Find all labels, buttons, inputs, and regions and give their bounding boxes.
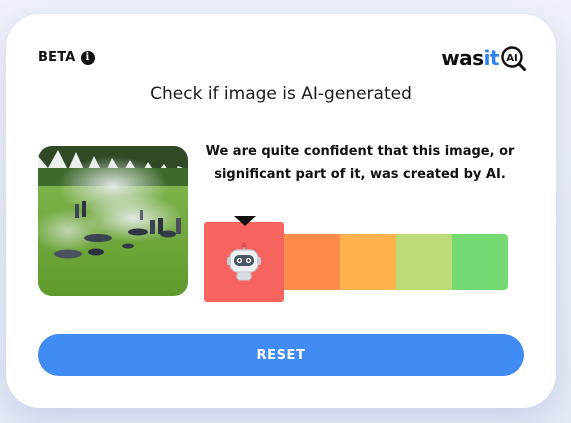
robot-icon — [227, 242, 261, 281]
meter-segment-human — [452, 234, 508, 290]
magnifier-ai-icon: AI — [501, 46, 526, 71]
result-text: We are quite confident that this image, … — [205, 144, 515, 182]
meter-segment-likely-human — [396, 234, 452, 290]
logo-text: wasit — [441, 46, 499, 70]
detector-card: BETA i wasit AI Check if image is AI-gen… — [6, 14, 556, 408]
reset-button[interactable]: RESET — [38, 334, 524, 376]
meter-pointer-icon — [234, 216, 256, 226]
beta-badge: BETA i — [38, 50, 95, 65]
info-icon[interactable]: i — [80, 50, 95, 65]
beta-label: BETA — [38, 50, 76, 65]
page-title: Check if image is AI-generated — [150, 84, 412, 104]
meter-segment-likely-ai — [284, 234, 340, 290]
svg-text:AI: AI — [506, 53, 517, 64]
meter-segment-uncertain — [340, 234, 396, 290]
analyzed-image — [38, 146, 188, 296]
photo-thumbnail — [38, 146, 188, 296]
wasitai-logo[interactable]: wasit AI — [441, 44, 526, 72]
confidence-meter — [204, 216, 509, 302]
